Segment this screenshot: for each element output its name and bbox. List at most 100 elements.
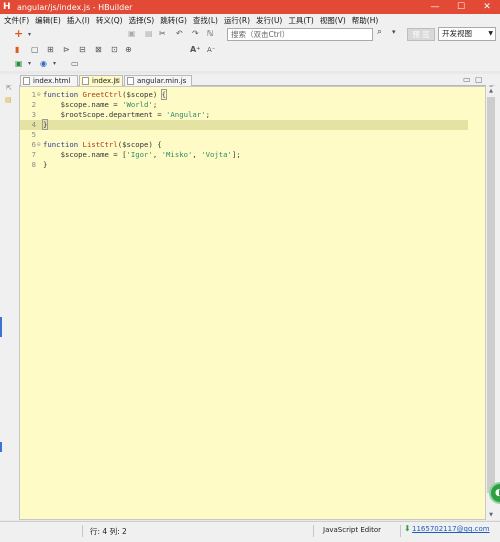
window-controls: — ☐ ✕ [422, 0, 500, 14]
menu-find[interactable]: 查找(L) [193, 15, 218, 26]
search-input[interactable]: 搜索（双击Ctrl） [227, 28, 373, 41]
scroll-down-icon[interactable]: ▼ [487, 512, 495, 518]
search-dropdown-icon[interactable]: ▾ [392, 28, 396, 36]
scrollbar-thumb[interactable] [487, 97, 495, 493]
code-line[interactable]: 6 ⊖ function ListCtrl($scope) { [20, 140, 468, 150]
code-token: 'World' [122, 100, 153, 109]
cut-icon[interactable]: ✂ [159, 28, 166, 40]
menu-select[interactable]: 选择(S) [129, 15, 155, 26]
bookmark-icon[interactable]: ▮ [15, 44, 19, 56]
title-bar: H angular/js/index.js - HBuilder — ☐ ✕ [0, 0, 500, 14]
code-line[interactable]: 5 [20, 130, 468, 140]
maximize-button[interactable]: ☐ [448, 0, 474, 14]
menu-bar: 文件(F) 编辑(E) 插入(I) 转义(Q) 选择(S) 跳转(G) 查找(L… [0, 14, 500, 27]
code-editor[interactable]: 1 ⊖ function GreetCtrl($scope) {2 $scope.n… [19, 86, 495, 520]
code-line[interactable]: 2 $scope.name = 'World'; [20, 100, 468, 110]
menu-publish[interactable]: 发行(U) [256, 15, 282, 26]
fold-toggle-icon[interactable]: ⊖ [37, 140, 41, 150]
status-divider [82, 525, 83, 537]
run-dropdown-icon[interactable]: ▾ [28, 58, 31, 70]
code-token: ListCtrl [82, 140, 118, 149]
html-file-icon [23, 77, 30, 85]
line-number: 2 [31, 100, 36, 109]
code-line[interactable]: 1 ⊖ function GreetCtrl($scope) { [20, 89, 468, 100]
tab-label: index.html [33, 77, 71, 85]
code-token: , [192, 150, 202, 159]
tab-index-html[interactable]: index.html [20, 75, 78, 86]
preview-button[interactable]: 预 览 [407, 28, 435, 41]
tab-index-js[interactable]: index.js ☒ [79, 75, 123, 86]
run-toolbar: ▣ ▾ ◉ ▾ ▭ [0, 57, 500, 71]
browser-icon[interactable]: ◉ [40, 58, 47, 70]
code-line[interactable]: 4} [20, 119, 468, 130]
new-file-icon[interactable]: + [14, 28, 23, 40]
code-token: GreetCtrl [82, 90, 123, 99]
chevron-down-icon: ▼ [488, 30, 493, 37]
view-mode-value: 开发视图 [442, 29, 472, 38]
new-dropdown-icon[interactable]: ▾ [28, 29, 31, 41]
move-icon[interactable]: ⊟ [79, 44, 86, 56]
tab-angular-min-js[interactable]: angular.min.js [124, 75, 192, 86]
save-all-icon[interactable]: ▤ [145, 28, 153, 40]
view-mode-select[interactable]: 开发视图 ▼ [438, 27, 496, 41]
code-token: 'Vojta' [201, 150, 232, 159]
menu-run[interactable]: 运行(R) [224, 15, 250, 26]
code-line[interactable]: 7 $scope.name = ['Igor', 'Misko', 'Vojta… [20, 150, 468, 160]
comment-icon[interactable]: ▢ [31, 44, 39, 56]
redo-icon[interactable]: ↷ [192, 28, 199, 40]
status-bar: 行: 4 列: 2 JavaScript Editor ⬇ 1165702117… [0, 521, 500, 542]
project-icon[interactable]: ⇱ [6, 84, 12, 92]
save-icon[interactable]: ▣ [128, 28, 136, 40]
font-increase-icon[interactable]: A⁺ [190, 44, 200, 56]
device-icon[interactable]: ▭ [71, 58, 79, 70]
code-token: $scope.name = [ [43, 150, 127, 159]
search-icon[interactable]: ⌕ [377, 27, 382, 37]
format-icon[interactable]: ℕ [207, 28, 213, 40]
indent-icon[interactable]: ⊞ [47, 44, 54, 56]
status-divider [400, 525, 401, 537]
outdent-icon[interactable]: ⊳ [63, 44, 70, 56]
menu-escape[interactable]: 转义(Q) [96, 15, 123, 26]
code-token: ; [205, 110, 210, 119]
vertical-scrollbar[interactable]: ▲ ▼ [487, 87, 495, 520]
toggle-icon[interactable]: ⊠ [95, 44, 102, 56]
minimize-button[interactable]: — [422, 0, 448, 14]
fold-toggle-icon[interactable]: ⊖ [37, 90, 41, 100]
code-token: 'Misko' [161, 150, 193, 159]
expand-icon[interactable]: ⊕ [125, 44, 132, 56]
tab-close-icon[interactable]: ☒ [114, 76, 120, 86]
menu-goto[interactable]: 跳转(G) [160, 15, 187, 26]
code-token: $rootScope.department = [43, 110, 167, 119]
browser-dropdown-icon[interactable]: ▾ [53, 58, 56, 70]
code-token: } [41, 119, 49, 130]
left-side-panel: ⇱ ▤ [0, 74, 19, 520]
code-token: 'Angular' [166, 110, 206, 119]
line-number: 7 [31, 150, 36, 159]
scroll-up-icon[interactable]: ▲ [487, 88, 495, 94]
run-icon[interactable]: ▣ [15, 58, 23, 70]
minimize-editor-icon[interactable]: ▭ [463, 75, 471, 84]
close-button[interactable]: ✕ [474, 0, 500, 14]
maximize-editor-icon[interactable]: ▢ [475, 75, 483, 84]
folder-icon[interactable]: ▤ [5, 96, 12, 104]
menu-edit[interactable]: 编辑(E) [35, 15, 61, 26]
left-edge-marker [0, 442, 2, 452]
line-number: 3 [31, 110, 36, 119]
menu-view[interactable]: 视图(V) [320, 15, 346, 26]
code-text: function GreetCtrl($scope) { [43, 89, 168, 100]
menu-tools[interactable]: 工具(T) [288, 15, 313, 26]
menu-file[interactable]: 文件(F) [4, 15, 29, 26]
left-edge-marker [0, 317, 2, 337]
collapse-icon[interactable]: ⊡ [111, 44, 118, 56]
code-line[interactable]: 3 $rootScope.department = 'Angular'; [20, 110, 468, 120]
code-line[interactable]: 8} [20, 160, 468, 170]
user-account-link[interactable]: 1165702117@qq.com [412, 525, 490, 533]
font-decrease-icon[interactable]: A⁻ [207, 44, 215, 56]
menu-insert[interactable]: 插入(I) [67, 15, 90, 26]
code-token: ($scope) [122, 90, 162, 99]
code-text: $scope.name = 'World'; [43, 100, 158, 110]
menu-help[interactable]: 帮助(H) [352, 15, 379, 26]
js-file-icon [82, 77, 89, 85]
line-number: 8 [31, 160, 36, 169]
undo-icon[interactable]: ↶ [176, 28, 183, 40]
